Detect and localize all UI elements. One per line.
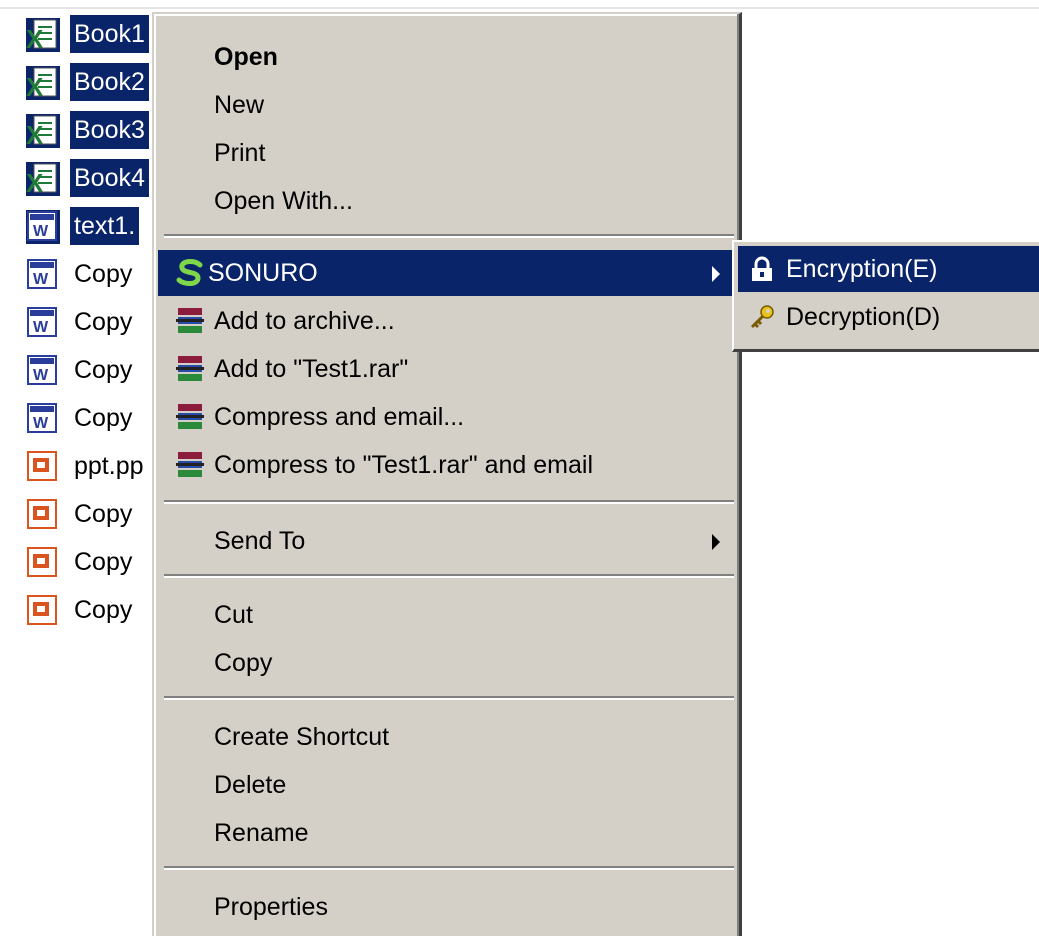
menu-item-add-to-archive[interactable]: Add to archive...: [158, 298, 738, 344]
svg-text:W: W: [33, 271, 49, 288]
file-name: Book4: [70, 159, 149, 197]
menu-item-label: Delete: [214, 771, 287, 799]
word-file-icon: W: [27, 355, 57, 385]
menu-item-label: Add to "Test1.rar": [214, 355, 409, 383]
excel-file-icon: X: [26, 66, 60, 100]
winrar-icon: [176, 356, 204, 381]
menu-item-label: Cut: [214, 601, 253, 629]
winrar-icon: [176, 308, 204, 333]
svg-text:W: W: [33, 223, 49, 240]
menu-item-label: Print: [214, 139, 266, 167]
file-name: text1.: [70, 207, 140, 245]
svg-text:X: X: [26, 72, 44, 100]
powerpoint-file-icon: [27, 451, 57, 481]
menu-item-label: New: [214, 91, 265, 119]
submenu-item-label: Encryption(E): [786, 255, 938, 283]
menu-item-label: Rename: [214, 819, 309, 847]
lock-icon: [752, 256, 772, 281]
file-name: Copy: [74, 260, 133, 288]
file-name: Copy: [74, 500, 133, 528]
key-icon: [750, 305, 774, 329]
menu-item-label: Send To: [214, 527, 306, 555]
menu-item-sonuro[interactable]: SONURO: [158, 250, 738, 296]
menu-item-compress-rar-and-email[interactable]: Compress to "Test1.rar" and email: [158, 442, 738, 488]
svg-text:W: W: [33, 367, 49, 384]
submenu-item-label: Decryption(D): [786, 303, 941, 331]
menu-item-label: Copy: [214, 649, 273, 677]
context-menu: Open New Print Open With... SONURO Add t…: [152, 12, 742, 936]
word-file-icon: W: [27, 403, 57, 433]
menu-separator: [164, 234, 734, 238]
window-top-border: [0, 7, 1039, 9]
menu-item-rename[interactable]: Rename: [158, 810, 738, 856]
powerpoint-file-icon: [27, 547, 57, 577]
file-name: Book1: [70, 15, 149, 53]
menu-item-label: Add to archive...: [214, 307, 395, 335]
file-name: Book3: [70, 111, 149, 149]
menu-item-open[interactable]: Open: [158, 34, 738, 80]
menu-separator: [164, 574, 734, 578]
file-name: Copy: [74, 356, 133, 384]
sonuro-submenu: Encryption(E) Decryption(D): [732, 240, 1039, 352]
menu-item-copy[interactable]: Copy: [158, 640, 738, 686]
menu-item-label: SONURO: [208, 259, 318, 287]
menu-item-properties[interactable]: Properties: [158, 884, 738, 930]
file-name: ppt.pp: [74, 452, 144, 480]
svg-text:W: W: [33, 319, 49, 336]
sonuro-icon: [176, 258, 203, 286]
excel-file-icon: X: [26, 162, 60, 196]
svg-text:X: X: [26, 24, 44, 52]
submenu-item-decryption[interactable]: Decryption(D): [738, 294, 1039, 340]
menu-item-add-to-rar[interactable]: Add to "Test1.rar": [158, 346, 738, 392]
menu-separator: [164, 866, 734, 870]
file-name: Copy: [74, 404, 133, 432]
file-name: Copy: [74, 596, 133, 624]
word-file-icon: W: [26, 210, 60, 244]
file-name: Copy: [74, 308, 133, 336]
menu-item-send-to[interactable]: Send To: [158, 518, 738, 564]
menu-item-label: Compress to "Test1.rar" and email: [214, 451, 594, 479]
menu-item-create-shortcut[interactable]: Create Shortcut: [158, 714, 738, 760]
excel-file-icon: X: [26, 114, 60, 148]
word-file-icon: W: [27, 307, 57, 337]
menu-item-label: Compress and email...: [214, 403, 465, 431]
menu-item-print[interactable]: Print: [158, 130, 738, 176]
menu-item-label: Open With...: [214, 187, 353, 215]
powerpoint-file-icon: [27, 499, 57, 529]
submenu-arrow-icon: [712, 534, 720, 550]
submenu-item-encryption[interactable]: Encryption(E): [738, 246, 1039, 292]
powerpoint-file-icon: [27, 595, 57, 625]
svg-text:X: X: [26, 168, 44, 196]
menu-separator: [164, 696, 734, 700]
menu-item-label: Properties: [214, 893, 328, 921]
winrar-icon: [176, 452, 204, 477]
svg-text:X: X: [26, 120, 44, 148]
svg-text:W: W: [33, 415, 49, 432]
menu-separator: [164, 500, 734, 504]
menu-item-label: Open: [214, 43, 278, 71]
menu-item-cut[interactable]: Cut: [158, 592, 738, 638]
file-name: Book2: [70, 63, 149, 101]
menu-item-compress-and-email[interactable]: Compress and email...: [158, 394, 738, 440]
excel-file-icon: X: [26, 18, 60, 52]
menu-item-delete[interactable]: Delete: [158, 762, 738, 808]
menu-item-open-with[interactable]: Open With...: [158, 178, 738, 224]
file-name: Copy: [74, 548, 133, 576]
submenu-arrow-icon: [712, 266, 720, 282]
menu-item-label: Create Shortcut: [214, 723, 390, 751]
word-file-icon: W: [27, 259, 57, 289]
winrar-icon: [176, 404, 204, 429]
menu-item-new[interactable]: New: [158, 82, 738, 128]
